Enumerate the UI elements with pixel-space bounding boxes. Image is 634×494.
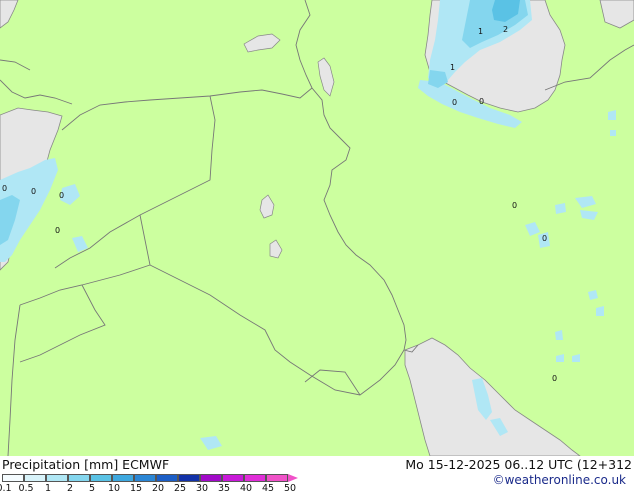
contour-label: 2	[503, 25, 508, 34]
contour-label: 0	[31, 187, 36, 196]
legend-tick-label: 0.5	[18, 483, 34, 494]
legend-swatch	[24, 474, 46, 482]
contour-label: 0	[452, 98, 457, 107]
contour-label: 1	[478, 27, 483, 36]
legend-swatch	[134, 474, 156, 482]
legend-swatch	[112, 474, 134, 482]
legend-swatch	[2, 474, 24, 482]
legend-swatch	[222, 474, 244, 482]
legend-swatch	[178, 474, 200, 482]
legend-tick-label: 45	[261, 483, 275, 494]
contour-label: 0	[479, 97, 484, 106]
contour-label: 0	[542, 234, 547, 243]
legend-swatch	[200, 474, 222, 482]
legend-tick-label: 50	[283, 483, 297, 494]
contour-label: 0	[2, 184, 7, 193]
contour-label: 1	[450, 63, 455, 72]
legend-tick-label: 15	[129, 483, 143, 494]
legend-tick-label: 2	[66, 483, 74, 494]
legend-tick-label: 1	[44, 483, 52, 494]
legend-tick-label: 10	[107, 483, 121, 494]
legend-tick-label: 25	[173, 483, 187, 494]
legend-swatch	[156, 474, 178, 482]
contour-label: 0	[55, 226, 60, 235]
legend-swatch	[244, 474, 266, 482]
legend-tick-label: 35	[217, 483, 231, 494]
credit-link[interactable]: ©weatheronline.co.uk	[493, 473, 626, 487]
legend-swatch	[68, 474, 90, 482]
contour-label: 0	[59, 191, 64, 200]
legend-tick-label: 0.1	[0, 483, 12, 494]
legend-swatch	[46, 474, 68, 482]
legend-tick-label: 5	[88, 483, 96, 494]
legend-arrow	[288, 474, 298, 482]
legend-tick-label: 30	[195, 483, 209, 494]
legend-swatch	[266, 474, 288, 482]
legend-tick-label: 20	[151, 483, 165, 494]
precipitation-map: 1 2 1 0 0 0 0 0 0 0 0 0	[0, 0, 634, 456]
contour-label: 0	[552, 374, 557, 383]
map-footer: Precipitation [mm] ECMWF Mo 15-12-2025 0…	[0, 456, 634, 494]
forecast-datetime: Mo 15-12-2025 06..12 UTC (12+312	[405, 457, 632, 472]
map-title: Precipitation [mm] ECMWF	[2, 457, 170, 472]
legend-swatch	[90, 474, 112, 482]
legend-tick-label: 40	[239, 483, 253, 494]
contour-label: 0	[512, 201, 517, 210]
